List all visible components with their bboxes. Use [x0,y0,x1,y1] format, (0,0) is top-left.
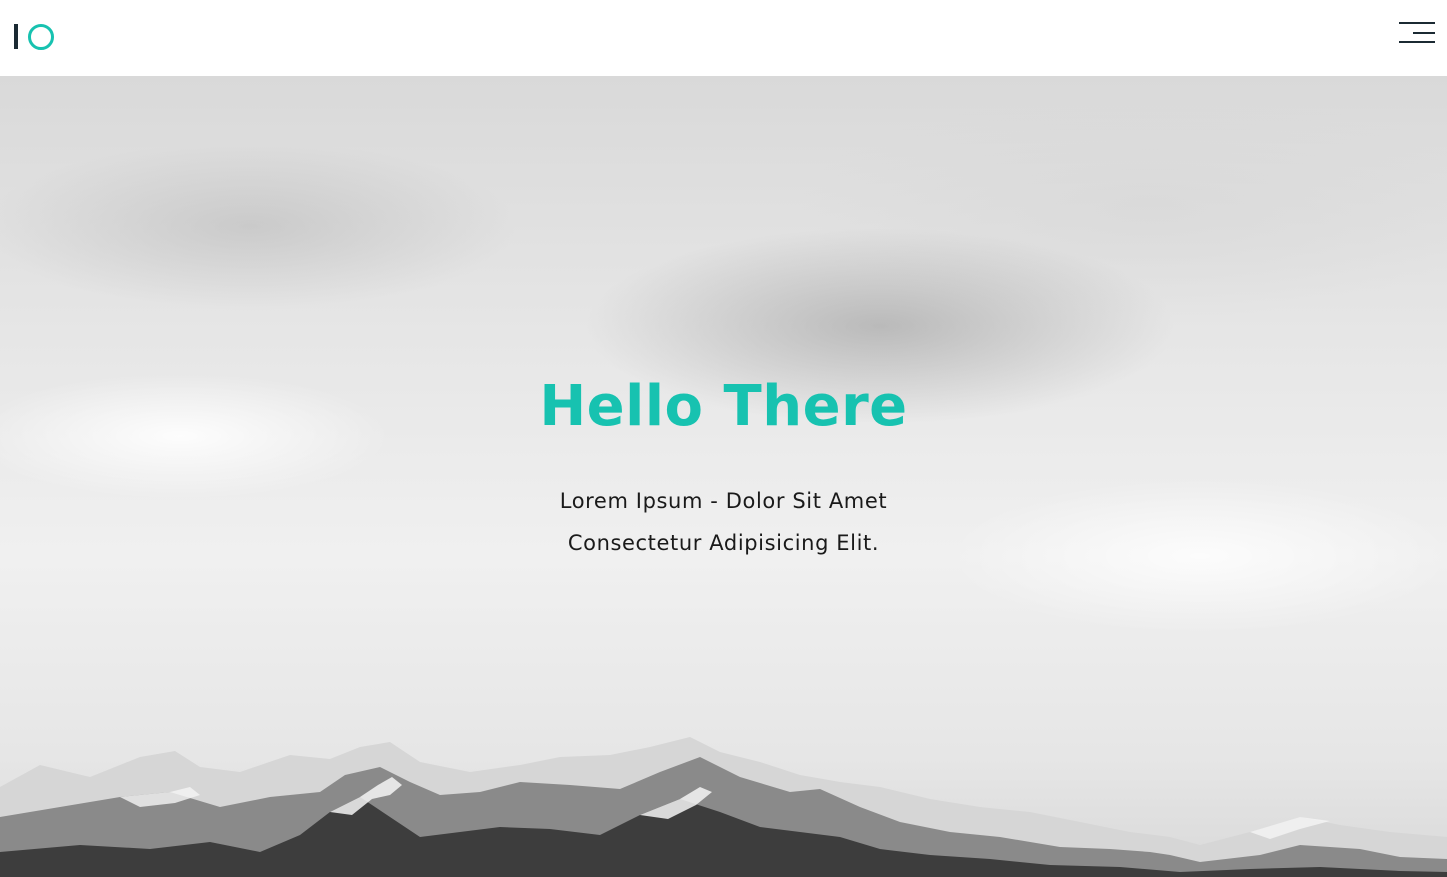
hero-subtitle-line2: Consectetur Adipisicing Elit. [567,531,880,555]
hero-subtitle-line1: Lorem Ipsum - Dolor Sit Amet [559,489,888,513]
menu-line [1413,32,1435,34]
logo-bar [14,24,18,49]
hero-title: Hello There [539,374,908,439]
hero-section: Hello There Lorem Ipsum - Dolor Sit Amet… [0,76,1447,877]
hamburger-menu-icon[interactable] [1397,20,1435,46]
site-header [0,0,1447,76]
menu-line [1399,22,1435,24]
io-logo-icon[interactable] [12,22,56,52]
menu-line [1399,41,1435,43]
hero-subtitle: Lorem Ipsum - Dolor Sit Amet Consectetur… [0,480,1447,564]
mountains-image [0,737,1447,877]
logo-ring [28,24,54,50]
hero-content: Hello There Lorem Ipsum - Dolor Sit Amet… [0,372,1447,564]
